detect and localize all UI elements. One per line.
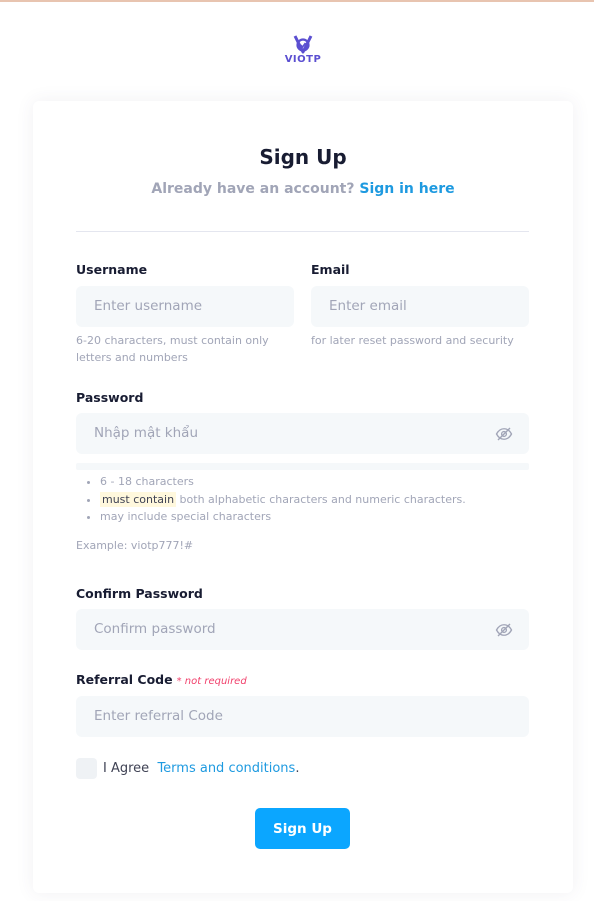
signup-card: Sign Up Already have an account? Sign in… [33, 101, 573, 893]
email-label: Email [311, 262, 350, 277]
brand-name: VIOTP [284, 54, 322, 65]
password-example: Example: viotp777!# [76, 539, 194, 552]
signup-button[interactable]: Sign Up [255, 808, 350, 849]
password-input[interactable]: Nhập mật khẩu [76, 413, 529, 454]
username-input[interactable]: Enter username [76, 286, 294, 327]
referral-input[interactable]: Enter referral Code [76, 696, 529, 737]
viotp-logo-icon [293, 35, 313, 54]
username-placeholder: Enter username [94, 298, 203, 314]
email-placeholder: Enter email [329, 298, 407, 314]
eye-slash-icon[interactable] [495, 621, 513, 639]
referral-label-text: Referral Code [76, 672, 173, 687]
username-hint: 6-20 characters, must contain only lette… [76, 334, 269, 364]
agree-checkbox[interactable] [76, 758, 97, 779]
email-hint: for later reset password and security [311, 334, 514, 347]
password-rule-length: 6 - 18 characters [100, 473, 466, 491]
terms-link[interactable]: Terms and conditions [157, 761, 295, 776]
agree-prefix: I Agree [103, 761, 150, 776]
password-rules-list: 6 - 18 characters must contain both alph… [100, 473, 466, 526]
confirm-password-placeholder: Confirm password [94, 621, 216, 637]
password-strength-bar [76, 463, 529, 470]
password-rule-special: may include special characters [100, 508, 466, 526]
signin-prompt-text: Already have an account? [151, 181, 355, 197]
signin-link[interactable]: Sign in here [359, 181, 454, 197]
signin-prompt: Already have an account? Sign in here [33, 181, 573, 197]
password-rule-must-contain: must contain both alphabetic characters … [100, 491, 466, 509]
password-rule-must-contain-text: both alphabetic characters and numeric c… [176, 492, 466, 506]
referral-placeholder: Enter referral Code [94, 708, 223, 724]
username-label: Username [76, 262, 148, 277]
confirm-password-input[interactable]: Confirm password [76, 609, 529, 650]
password-placeholder: Nhập mật khẩu [94, 425, 198, 441]
password-rule-highlight: must contain [100, 491, 177, 507]
brand-logo[interactable]: VIOTP [282, 34, 324, 66]
agree-text: I Agree Terms and conditions. [103, 761, 299, 776]
referral-label: Referral Code * not required [76, 672, 247, 687]
page-title: Sign Up [259, 145, 347, 169]
confirm-password-label: Confirm Password [76, 586, 203, 601]
eye-slash-icon[interactable] [495, 425, 513, 443]
password-label: Password [76, 390, 144, 405]
header-divider [76, 231, 529, 232]
referral-optional-note: * not required [176, 676, 247, 687]
password-rules: 6 - 18 characters must contain both alph… [76, 463, 529, 533]
agree-suffix: . [295, 761, 300, 776]
email-input[interactable]: Enter email [311, 286, 529, 327]
